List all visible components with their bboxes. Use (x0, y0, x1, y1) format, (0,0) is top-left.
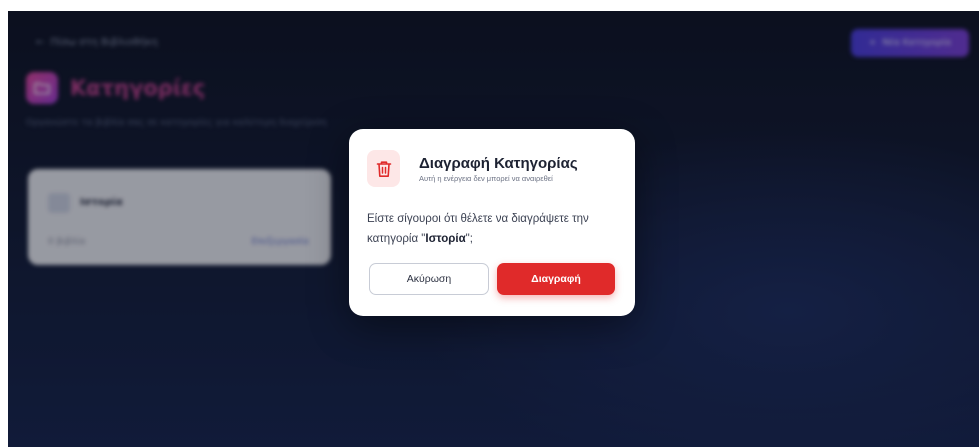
dialog-message: Είστε σίγουροι ότι θέλετε να διαγράψετε … (367, 209, 625, 249)
dialog-subtitle: Αυτή η ενέργεια δεν μπορεί να αναιρεθεί (419, 174, 553, 183)
delete-category-dialog: Διαγραφή Κατηγορίας Αυτή η ενέργεια δεν … (349, 129, 635, 316)
cancel-button[interactable]: Ακύρωση (369, 263, 489, 295)
delete-button[interactable]: Διαγραφή (497, 263, 615, 295)
dialog-message-suffix: "; (465, 233, 473, 245)
trash-icon (367, 150, 400, 187)
dialog-message-category: Ιστορία (425, 233, 466, 245)
dialog-message-prefix: Είστε σίγουροι ότι θέλετε να διαγράψετε … (367, 213, 589, 245)
dialog-title: Διαγραφή Κατηγορίας (419, 155, 578, 172)
